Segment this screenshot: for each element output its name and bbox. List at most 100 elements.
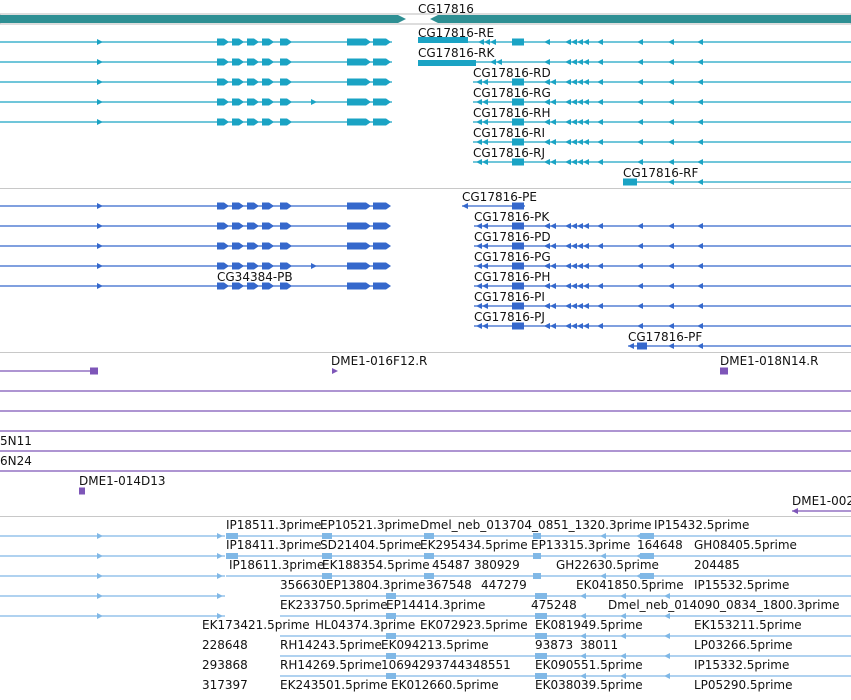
est-label[interactable]: EK090551.5prime (535, 658, 643, 672)
left-arrow-icon (664, 633, 670, 639)
est-label[interactable]: EK081949.5prime (535, 618, 643, 632)
est-label[interactable]: EK153211.5prime (694, 618, 802, 632)
track-separator (0, 516, 851, 517)
clone-label[interactable]: DME1-018N14.R (720, 354, 818, 368)
right-arrow-icon (217, 553, 223, 559)
left-arrow-icon (571, 243, 577, 249)
left-arrow-icon (571, 139, 577, 145)
est-label[interactable]: 204485 (694, 558, 740, 572)
est-label[interactable]: 367548 (426, 578, 472, 592)
left-arrow-icon (583, 263, 589, 269)
clone-label[interactable]: 6N24 (0, 454, 32, 468)
est-label[interactable]: 317397 (202, 678, 248, 692)
est-label[interactable]: EK243501.5prime (280, 678, 388, 692)
est-label[interactable]: EK188354.5prime (322, 558, 430, 572)
track-separator (0, 352, 851, 353)
left-arrow-icon (565, 263, 571, 269)
protein-label-pg[interactable]: CG17816-PG (474, 250, 551, 264)
est-label[interactable]: 38011 (580, 638, 618, 652)
est-label[interactable]: 228648 (202, 638, 248, 652)
transcript-label-re[interactable]: CG17816-RE (418, 26, 494, 40)
est-label[interactable]: IP18611.3prime (229, 558, 324, 572)
protein-label-pk[interactable]: CG17816-PK (474, 210, 549, 224)
est-label[interactable]: Dmel_neb_014090_0834_1800.3prime (608, 598, 840, 612)
left-arrow-icon (597, 59, 603, 65)
protein-label-cg34384-pb[interactable]: CG34384-PB (217, 270, 293, 284)
est-label[interactable]: EK072923.5prime (420, 618, 528, 632)
est-label[interactable]: IP15532.5prime (694, 578, 789, 592)
clone-label[interactable]: DME1-014D13 (79, 474, 166, 488)
est-label[interactable]: EK094213.5prime (381, 638, 489, 652)
est-label[interactable]: LP03266.5prime (694, 638, 793, 652)
est-label[interactable]: IP18511.3prime (226, 518, 321, 532)
est-label[interactable]: EK041850.5prime (576, 578, 684, 592)
right-arrow-icon (97, 533, 103, 539)
est-label[interactable]: IP18411.3prime (226, 538, 321, 552)
left-arrow-icon (637, 59, 643, 65)
protein-label-pd[interactable]: CG17816-PD (474, 230, 551, 244)
est-label[interactable]: EP10521.3prime (320, 518, 419, 532)
est-label[interactable]: 475248 (531, 598, 577, 612)
est-label[interactable]: IP15432.5prime (654, 518, 749, 532)
protein-label-pi[interactable]: CG17816-PI (474, 290, 545, 304)
est-label[interactable]: HL04374.3prime (315, 618, 415, 632)
est-label[interactable]: 447279 (481, 578, 527, 592)
est-label[interactable]: EP13315.3prime (531, 538, 630, 552)
left-arrow-icon (697, 243, 703, 249)
transcript-label-rk[interactable]: CG17816-RK (418, 46, 494, 60)
left-arrow-icon (583, 243, 589, 249)
protein-label-pf[interactable]: CG17816-PF (628, 330, 702, 344)
est-label[interactable]: EK012660.5prime (391, 678, 499, 692)
est-label[interactable]: EP14414.3prime (386, 598, 485, 612)
exon-block (217, 58, 229, 66)
est-label[interactable]: EK295434.5prime (420, 538, 528, 552)
left-arrow-icon (668, 323, 674, 329)
exon-block (280, 118, 292, 126)
est-label[interactable]: EK038039.5prime (535, 678, 643, 692)
est-label[interactable]: RH14269.5prime (280, 658, 382, 672)
est-label[interactable]: 380929 (474, 558, 520, 572)
protein-label-ph[interactable]: CG17816-PH (474, 270, 550, 284)
est-label[interactable]: EP13804.3prime (326, 578, 425, 592)
est-label[interactable]: 356630 (280, 578, 326, 592)
est-label[interactable]: 293868 (202, 658, 248, 672)
gene-label[interactable]: CG17816 (418, 2, 474, 16)
transcript-label-ri[interactable]: CG17816-RI (473, 126, 545, 140)
left-arrow-icon (597, 303, 603, 309)
clone-label[interactable]: DME1-016F12.R (331, 354, 427, 368)
est-label[interactable]: 45487 (432, 558, 470, 572)
clone-label[interactable]: 5N11 (0, 434, 32, 448)
exon-block (262, 262, 274, 270)
left-arrow-icon (637, 323, 643, 329)
exon-block (262, 202, 274, 210)
transcript-label-rg[interactable]: CG17816-RG (473, 86, 551, 100)
est-label[interactable]: GH22630.5prime (556, 558, 659, 572)
left-arrow-icon (697, 159, 703, 165)
est-label[interactable]: 164648 (637, 538, 683, 552)
left-arrow-icon (697, 79, 703, 85)
left-arrow-icon (565, 99, 571, 105)
transcript-label-rh[interactable]: CG17816-RH (473, 106, 551, 120)
est-label[interactable]: GH08405.5prime (694, 538, 797, 552)
clone-label[interactable]: DME1-002 (792, 494, 851, 508)
est-label[interactable]: SD21404.5prime (320, 538, 421, 552)
est-label[interactable]: 10694293744348551 (381, 658, 511, 672)
est-label[interactable]: IP15332.5prime (694, 658, 789, 672)
left-arrow-icon (577, 39, 583, 45)
transcript-label-rf[interactable]: CG17816-RF (623, 166, 698, 180)
est-label[interactable]: LP05290.5prime (694, 678, 793, 692)
est-label[interactable]: EK233750.5prime (280, 598, 388, 612)
exon-block (217, 242, 229, 250)
est-label[interactable]: RH14243.5prime (280, 638, 382, 652)
left-arrow-icon (577, 59, 583, 65)
left-arrow-icon (697, 59, 703, 65)
est-label[interactable]: 93873 (535, 638, 573, 652)
left-arrow-icon (565, 159, 571, 165)
transcript-label-rj[interactable]: CG17816-RJ (473, 146, 545, 160)
est-label[interactable]: Dmel_neb_013704_0851_1320.3prime (420, 518, 652, 532)
protein-label-pj[interactable]: CG17816-PJ (474, 310, 545, 324)
protein-label-pe[interactable]: CG17816-PE (462, 190, 537, 204)
exon-block (347, 222, 371, 230)
transcript-label-rd[interactable]: CG17816-RD (473, 66, 551, 80)
est-label[interactable]: EK173421.5prime (202, 618, 310, 632)
